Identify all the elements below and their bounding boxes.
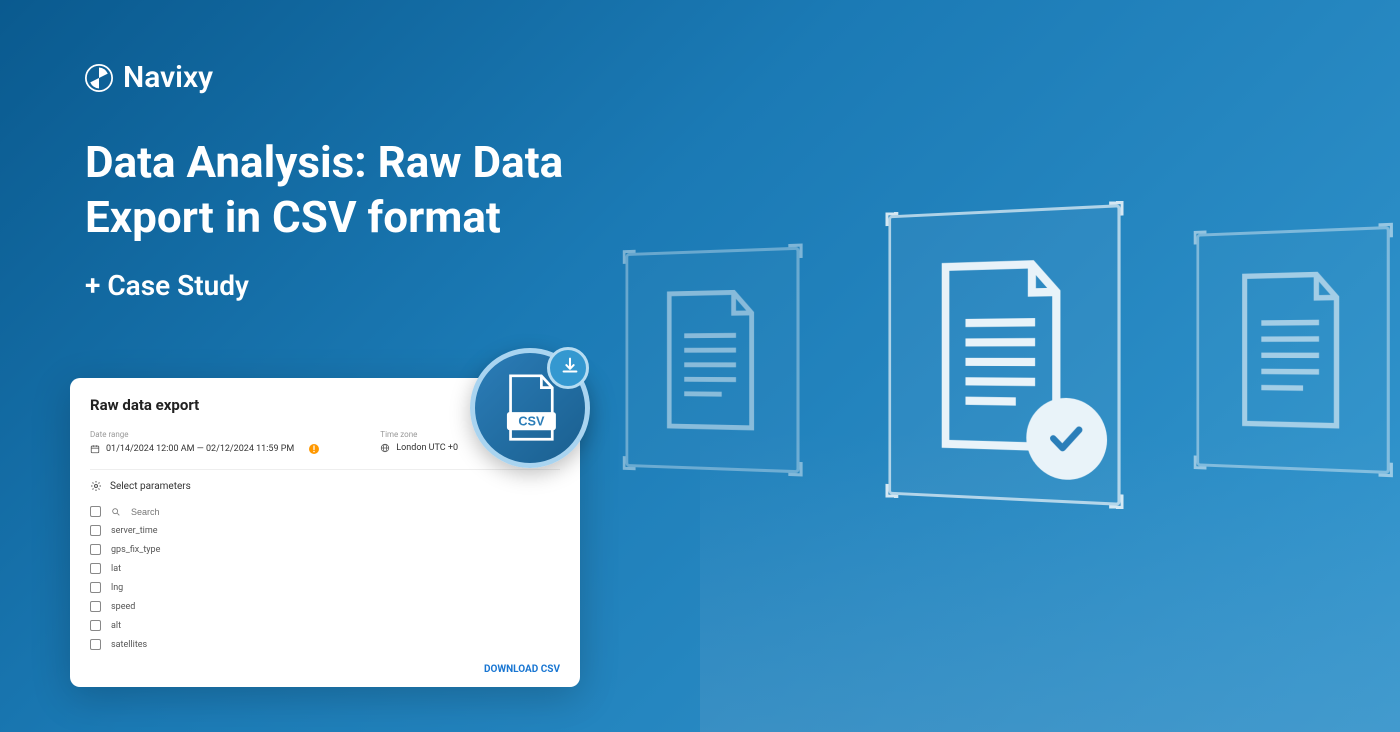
param-row: lng [90,578,560,597]
raw-data-export-panel: CSV Raw data export Date range 01/14/202… [70,378,580,687]
param-checkbox-speed[interactable] [90,601,101,612]
download-icon [559,355,581,377]
page-subtitle: + Case Study [85,269,563,302]
timezone-value: London UTC +0 [396,443,458,453]
param-row: lat [90,559,560,578]
select-all-checkbox[interactable] [90,506,101,517]
csv-file-icon: CSV [503,374,558,442]
param-checkbox-gps-fix-type[interactable] [90,544,101,555]
hero-header: Navixy Data Analysis: Raw Data Export in… [85,60,563,302]
document-icon [652,284,770,437]
document-card-1 [626,247,800,474]
param-label: gps_fix_type [111,545,160,555]
gear-icon [90,480,102,492]
param-label: alt [111,621,121,631]
param-label: lng [111,583,123,593]
brand-logo: Navixy [85,60,563,95]
param-checkbox-satellites[interactable] [90,639,101,650]
date-range-value: 01/14/2024 12:00 AM — 02/12/2024 11:59 P… [106,444,294,454]
csv-badge: CSV [470,348,590,468]
param-label: speed [111,602,135,612]
brand-name: Navixy [123,60,213,95]
param-row: server_time [90,521,560,540]
select-parameters-header: Select parameters [90,480,560,492]
param-row: alt [90,616,560,635]
background-documents-graphic [600,0,1400,732]
param-label: lat [111,564,121,574]
param-checkbox-lng[interactable] [90,582,101,593]
param-label: satellites [111,640,147,650]
param-checkbox-alt[interactable] [90,620,101,631]
search-input[interactable] [131,507,248,517]
document-card-3 [1196,226,1389,474]
search-parameters-row [90,502,560,521]
param-checkbox-server-time[interactable] [90,525,101,536]
param-row: speed [90,597,560,616]
divider [90,469,560,470]
checkmark-icon [1044,416,1088,462]
date-range-field[interactable]: Date range 01/14/2024 12:00 AM — 02/12/2… [90,430,320,455]
page-title: Data Analysis: Raw Data Export in CSV fo… [85,135,563,245]
param-checkbox-lat[interactable] [90,563,101,574]
globe-icon [380,443,390,453]
date-range-label: Date range [90,430,320,439]
title-line-1: Data Analysis: Raw Data [85,136,563,188]
timezone-label: Time zone [380,430,458,439]
document-card-2-main [888,204,1120,506]
navixy-logo-icon [85,64,113,92]
params-header-label: Select parameters [110,481,191,492]
search-icon [111,507,121,517]
checkmark-badge [1026,397,1107,481]
calendar-icon [90,444,100,454]
warning-icon [308,443,320,455]
title-line-2: Export in CSV format [85,191,501,243]
document-icon [1226,266,1357,433]
timezone-field[interactable]: Time zone London UTC +0 [380,430,458,455]
param-row: satellites [90,635,560,654]
param-row: gps_fix_type [90,540,560,559]
svg-text:CSV: CSV [518,415,545,429]
download-csv-button[interactable]: DOWNLOAD CSV [484,664,560,675]
param-label: server_time [111,526,158,536]
